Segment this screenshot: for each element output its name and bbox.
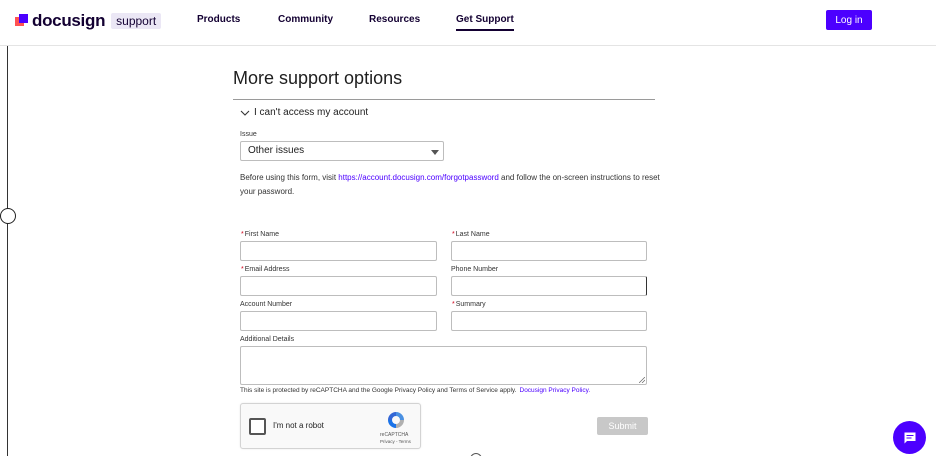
- docusign-logo[interactable]: docusign support: [15, 11, 162, 31]
- recaptcha-logo-icon: [388, 412, 404, 428]
- account-number-field[interactable]: [240, 311, 437, 331]
- recaptcha-label: I'm not a robot: [273, 421, 324, 430]
- chevron-down-icon: [240, 110, 250, 116]
- issue-select-value: Other issues: [248, 145, 305, 156]
- first-name-label: *First Name: [241, 231, 279, 238]
- last-name-label-text: Last Name: [455, 231, 490, 238]
- issue-label: Issue: [240, 131, 257, 138]
- accordion-label: I can't access my account: [254, 107, 369, 118]
- last-name-field[interactable]: [451, 241, 647, 261]
- summary-label-text: Summary: [455, 301, 486, 308]
- required-mark: *: [452, 231, 455, 238]
- phone-field[interactable]: [451, 276, 647, 296]
- left-edge-line: [7, 0, 8, 456]
- chat-icon: [904, 432, 915, 443]
- recaptcha-notice-text: This site is protected by reCAPTCHA and …: [240, 387, 517, 394]
- email-label: *Email Address: [241, 266, 289, 273]
- first-name-label-text: First Name: [244, 231, 279, 238]
- summary-label: *Summary: [452, 301, 486, 308]
- email-label-text: Email Address: [244, 266, 290, 273]
- recaptcha-name: reCAPTCHA: [380, 432, 409, 438]
- summary-field[interactable]: [451, 311, 647, 331]
- submit-button[interactable]: Submit: [597, 417, 648, 435]
- forgot-password-link[interactable]: https://account.docusign.com/forgotpassw…: [338, 173, 499, 182]
- privacy-policy-link[interactable]: Docusign Privacy Policy.: [520, 387, 591, 394]
- recaptcha-widget: I'm not a robot reCAPTCHA Privacy - Term…: [240, 403, 421, 449]
- first-name-field[interactable]: [240, 241, 437, 261]
- email-field[interactable]: [240, 276, 437, 296]
- phone-label: Phone Number: [451, 266, 499, 273]
- logo-mark-icon: [15, 14, 29, 28]
- last-name-label: *Last Name: [452, 231, 490, 238]
- additional-details-label: Additional Details: [240, 336, 295, 343]
- required-mark: *: [241, 231, 244, 238]
- logo-support-tag: support: [111, 13, 162, 29]
- recaptcha-links[interactable]: Privacy - Terms: [380, 439, 411, 444]
- title-divider: [233, 99, 655, 100]
- site-header: docusign support Products Community Reso…: [0, 0, 936, 46]
- login-button[interactable]: Log in: [826, 10, 872, 30]
- additional-details-textarea[interactable]: [240, 346, 647, 385]
- logo-word: docusign: [32, 11, 106, 30]
- recaptcha-checkbox[interactable]: [249, 418, 266, 435]
- resize-handle-icon[interactable]: [639, 377, 645, 383]
- accordion-cant-access-account[interactable]: I can't access my account: [240, 107, 368, 118]
- account-number-label: Account Number: [240, 301, 293, 308]
- required-mark: *: [452, 301, 455, 308]
- info-text: Before using this form, visit https://ac…: [240, 171, 660, 199]
- page-title: More support options: [233, 68, 403, 88]
- dropdown-arrow-icon: [431, 150, 439, 155]
- chat-button[interactable]: [893, 421, 926, 454]
- nav-community[interactable]: Community: [278, 14, 333, 25]
- left-edge-handle[interactable]: [0, 208, 16, 224]
- nav-get-support[interactable]: Get Support: [456, 14, 514, 31]
- issue-select[interactable]: Other issues: [240, 141, 444, 161]
- info-text-before: Before using this form, visit: [240, 173, 339, 182]
- nav-products[interactable]: Products: [197, 14, 240, 25]
- required-mark: *: [241, 266, 244, 273]
- recaptcha-notice: This site is protected by reCAPTCHA and …: [240, 387, 590, 394]
- nav-resources[interactable]: Resources: [369, 14, 420, 25]
